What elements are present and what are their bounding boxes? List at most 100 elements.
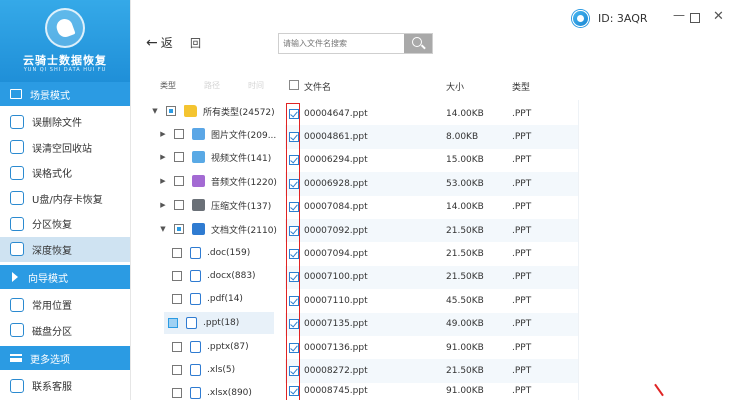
row-checkbox[interactable] [289,342,299,353]
table-row[interactable]: 00006294.ppt 15.00KB .PPT [285,149,578,172]
expand-toggle-icon[interactable]: ▶ [158,201,168,209]
table-row[interactable]: 00008745.ppt 91.00KB .PPT [285,383,578,400]
expand-toggle-icon[interactable]: ▼ [158,225,168,233]
tree-checkbox[interactable] [172,365,182,375]
tree-node-doc[interactable]: .doc(159) [166,242,250,264]
maximize-button[interactable] [690,13,700,23]
table-row[interactable]: 00007100.ppt 21.50KB .PPT [285,265,578,290]
row-checkbox[interactable] [289,319,299,330]
file-size: 21.50KB [446,272,484,283]
tree-checkbox[interactable] [174,176,184,186]
tree-checkbox[interactable] [172,294,182,304]
sidebar-item-common-locations[interactable]: 常用位置 [0,292,130,318]
row-checkbox[interactable] [289,386,299,397]
row-checkbox[interactable] [289,295,299,306]
table-row[interactable]: 00006928.ppt 53.00KB .PPT [285,172,578,196]
row-checkbox[interactable] [289,202,299,213]
sidebar-item-partition[interactable]: 分区恢复 [0,211,130,237]
sidebar-item-disk-partition[interactable]: 磁盘分区 [0,318,130,344]
file-type: .PPT [512,295,532,306]
expand-toggle-icon[interactable]: ▶ [158,153,168,161]
tab-path[interactable]: 路径 [204,80,220,91]
tree-node-images[interactable]: ▶ 图片文件(209... [158,123,276,145]
row-checkbox[interactable] [289,155,299,166]
search-button[interactable] [404,34,432,53]
tree-checkbox[interactable] [172,248,182,258]
delete-file-icon [10,114,24,129]
tree-node-xlsx[interactable]: .xlsx(890) [166,382,252,400]
table-row[interactable]: 00004861.ppt 8.00KB .PPT [285,125,578,149]
tree-node-audio[interactable]: ▶ 音频文件(1220) [158,170,277,192]
tree-node-label: .xls(5) [207,365,236,375]
back-button[interactable]: ← 返 [146,34,173,51]
table-row[interactable]: 00008272.ppt 21.50KB .PPT [285,359,578,383]
row-checkbox[interactable] [289,108,299,119]
tree-checkbox[interactable] [174,152,184,162]
table-row[interactable]: 00007110.ppt 45.50KB .PPT [285,289,578,312]
sidebar-item-deleted-files[interactable]: 误删除文件 [0,109,130,135]
section-wizard-mode[interactable]: 向导模式 [0,265,130,289]
row-checkbox[interactable] [289,272,299,283]
tree-checkbox[interactable] [166,106,176,116]
tree-checkbox[interactable] [172,271,182,281]
select-all-checkbox[interactable] [289,80,299,90]
row-checkbox[interactable] [289,249,299,260]
sidebar-item-recycle-bin[interactable]: 误清空回收站 [0,135,130,161]
row-checkbox[interactable] [289,225,299,236]
tree-node-pdf[interactable]: .pdf(14) [166,288,243,310]
minimize-button[interactable]: — [673,8,685,22]
file-size: 14.00KB [446,202,484,213]
tree-node-documents[interactable]: ▼ 文档文件(2110) [158,218,277,240]
tree-node-video[interactable]: ▶ 视频文件(141) [158,146,271,168]
column-header-type[interactable]: 类型 [512,80,530,93]
tree-checkbox[interactable] [174,200,184,210]
location-icon [10,297,24,312]
tree-node-xls[interactable]: .xls(5) [166,359,235,381]
section-scene-mode[interactable]: 场景模式 [0,82,130,106]
row-checkbox[interactable] [289,366,299,377]
table-row[interactable]: 00007094.ppt 21.50KB .PPT [285,242,578,265]
row-checkbox[interactable] [289,178,299,189]
close-button[interactable]: ✕ [713,9,724,24]
tree-node-label: 音频文件(1220) [211,177,277,188]
tree-node-docx[interactable]: .docx(883) [166,265,256,287]
file-type: .PPT [512,108,532,119]
support-icon [10,378,24,393]
sidebar-item-usb-card[interactable]: U盘/内存卡恢复 [0,186,130,212]
row-checkbox[interactable] [289,132,299,143]
table-row[interactable]: 00004647.ppt 14.00KB .PPT [285,102,578,125]
usb-icon [10,191,24,206]
expand-toggle-icon[interactable]: ▶ [158,130,168,138]
sidebar-item-deep-scan[interactable]: 深度恢复 [0,236,130,262]
archive-file-icon [192,199,205,211]
sidebar-item-format[interactable]: 误格式化 [0,160,130,186]
table-row[interactable]: 00007092.ppt 21.50KB .PPT [285,219,578,243]
column-header-size[interactable]: 大小 [446,80,464,93]
search-input[interactable] [279,34,405,53]
tree-checkbox[interactable] [168,318,178,328]
tree-checkbox[interactable] [172,342,182,352]
expand-toggle-icon[interactable]: ▶ [158,177,168,185]
sidebar-item-support[interactable]: 联系客服 [0,373,130,399]
table-row[interactable]: 00007136.ppt 91.00KB .PPT [285,336,578,359]
expand-toggle-icon[interactable]: ▼ [150,107,160,115]
file-size: 14.00KB [446,108,484,119]
tree-node-label: 所有类型(24572) [203,107,275,118]
tree-checkbox[interactable] [174,224,184,234]
home-button[interactable]: 回 [190,35,201,51]
column-header-name[interactable]: 文件名 [304,80,331,93]
tree-node-all-types[interactable]: ▼ 所有类型(24572) [150,100,275,122]
tree-checkbox[interactable] [172,388,182,398]
tree-tabs: 类型 路径 时间 [160,80,292,91]
table-row[interactable]: 00007135.ppt 49.00KB .PPT [285,312,578,336]
table-row[interactable]: 00007084.ppt 14.00KB .PPT [285,196,578,219]
tree-node-ppt[interactable]: .ppt(18) [164,312,274,334]
tree-checkbox[interactable] [174,129,184,139]
tree-node-pptx[interactable]: .pptx(87) [166,336,249,358]
tree-node-archives[interactable]: ▶ 压缩文件(137) [158,194,271,216]
section-more-options[interactable]: 更多选项 [0,346,130,370]
user-id: ID: 3AQR [598,12,648,25]
file-name: 00006294.ppt [304,155,368,166]
tab-type[interactable]: 类型 [160,80,176,91]
tab-time[interactable]: 时间 [248,80,264,91]
